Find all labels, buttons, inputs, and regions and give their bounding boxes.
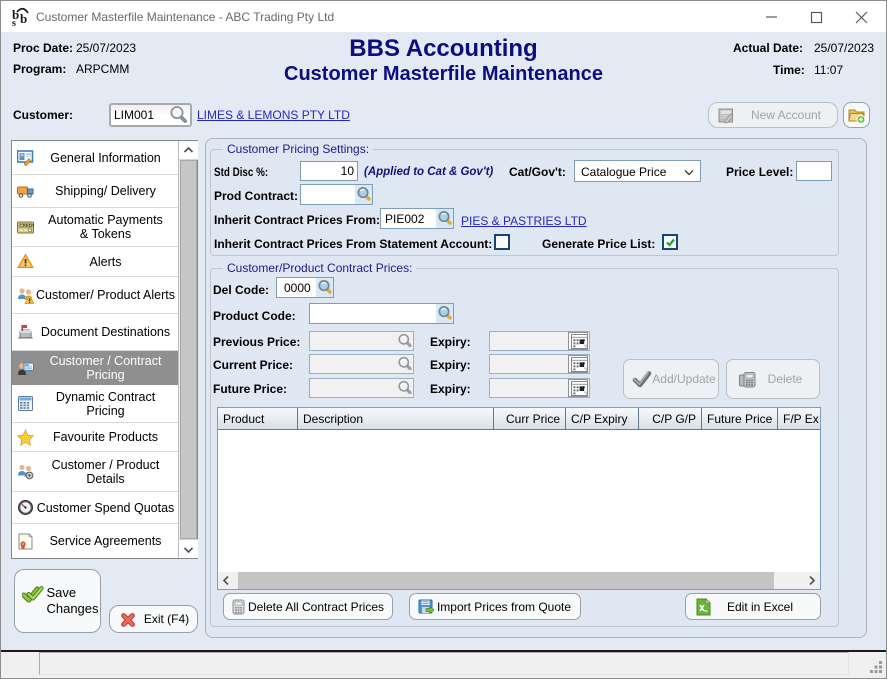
svg-text:b: b	[20, 11, 27, 26]
svg-text:s: s	[12, 18, 16, 26]
